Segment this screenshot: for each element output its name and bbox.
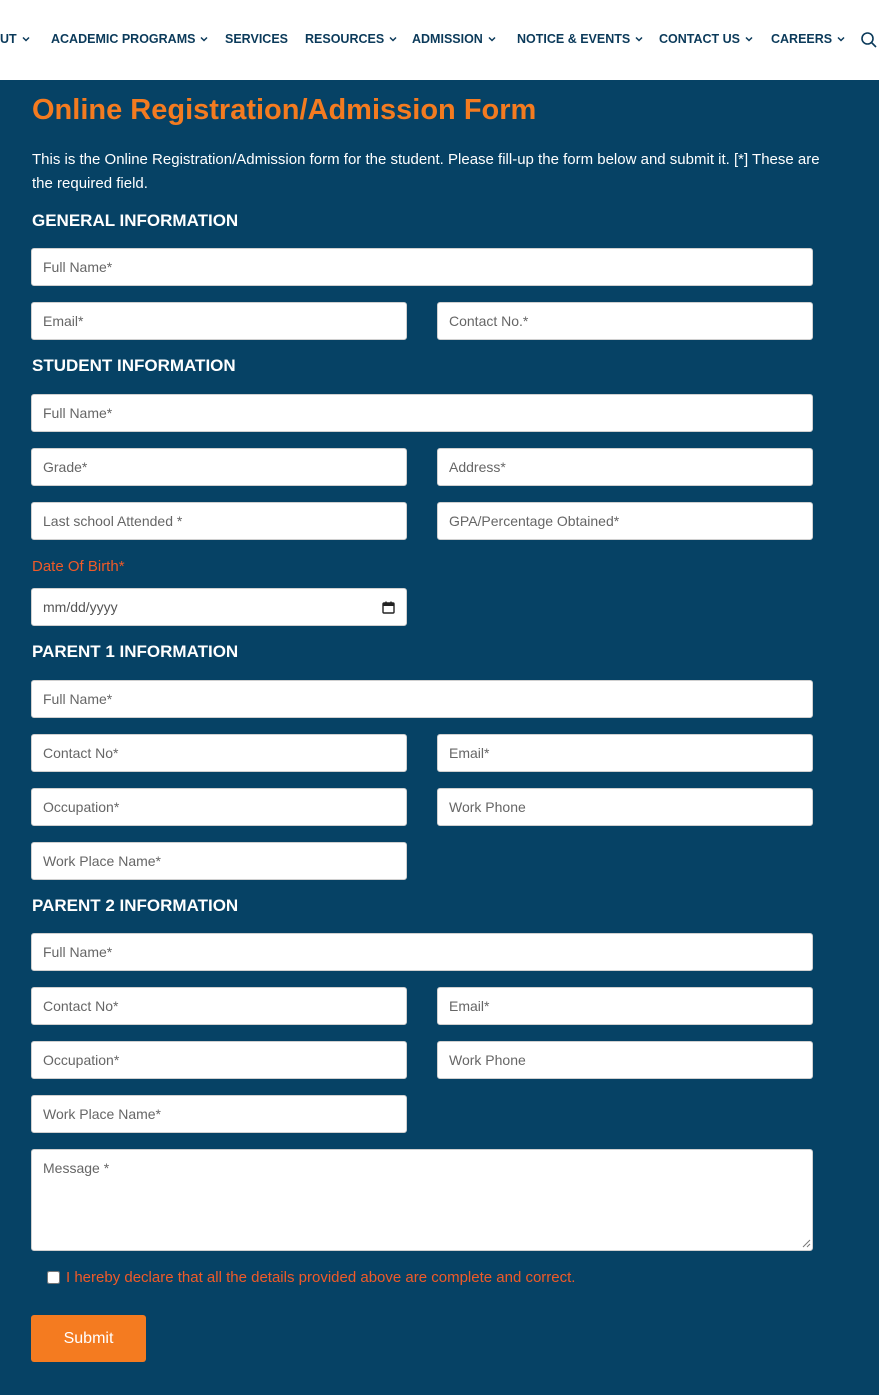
parent1-work-phone-input[interactable] <box>437 788 813 826</box>
parent2-email-input[interactable] <box>437 987 813 1025</box>
parent2-occupation-input[interactable] <box>31 1041 407 1079</box>
section-parent2-information: PARENT 2 INFORMATION <box>32 896 239 915</box>
chevron-down-icon <box>389 36 397 42</box>
section-student-information: STUDENT INFORMATION <box>32 356 236 375</box>
parent1-work-place-input[interactable] <box>31 842 407 880</box>
student-last-school-input[interactable] <box>31 502 407 540</box>
resize-grip-icon[interactable] <box>801 1238 811 1248</box>
form-intro: This is the Online Registration/Admissio… <box>32 151 820 192</box>
dob-label: Date Of Birth* <box>32 558 125 575</box>
chevron-down-icon <box>22 36 30 42</box>
submit-button[interactable]: Submit <box>31 1315 146 1362</box>
section-general-information: GENERAL INFORMATION <box>32 211 239 230</box>
nav-item-label: NOTICE & EVENTS <box>517 32 631 46</box>
student-gpa-input[interactable] <box>437 502 813 540</box>
nav-item-label: ACADEMIC PROGRAMS <box>51 32 196 46</box>
page-title: Online Registration/Admission Form <box>32 94 537 126</box>
dob-placeholder: mm/dd/yyyy <box>43 599 118 615</box>
chevron-down-icon <box>635 36 643 42</box>
general-contact-input[interactable] <box>437 302 813 340</box>
nav-item-label: UT <box>0 32 17 46</box>
declaration-checkbox[interactable] <box>47 1271 60 1284</box>
nav-item-admission[interactable]: ADMISSION <box>412 32 497 46</box>
nav-item-services[interactable]: SERVICES <box>225 32 288 46</box>
student-full-name-input[interactable] <box>31 394 813 432</box>
section-parent1-information: PARENT 1 INFORMATION <box>32 642 239 661</box>
nav-item-careers[interactable]: CAREERS <box>771 32 846 46</box>
parent2-contact-input[interactable] <box>31 987 407 1025</box>
calendar-icon[interactable] <box>382 601 395 614</box>
parent1-full-name-input[interactable] <box>31 680 813 718</box>
dob-date-input[interactable]: mm/dd/yyyy <box>31 588 407 626</box>
nav-item-resources[interactable]: RESOURCES <box>305 32 398 46</box>
parent2-work-place-input[interactable] <box>31 1095 407 1133</box>
general-full-name-input[interactable] <box>31 248 813 286</box>
parent1-email-input[interactable] <box>437 734 813 772</box>
parent1-occupation-input[interactable] <box>31 788 407 826</box>
student-address-input[interactable] <box>437 448 813 486</box>
message-textarea[interactable] <box>31 1149 813 1251</box>
declaration-label[interactable]: I hereby declare that all the details pr… <box>66 1269 575 1286</box>
declaration-row: I hereby declare that all the details pr… <box>47 1269 575 1286</box>
chevron-down-icon <box>745 36 753 42</box>
nav-item-label: SERVICES <box>225 32 288 46</box>
search-icon[interactable] <box>860 30 878 50</box>
nav-item-about[interactable]: UT <box>0 32 31 46</box>
parent1-contact-input[interactable] <box>31 734 407 772</box>
chevron-down-icon <box>837 36 845 42</box>
general-email-input[interactable] <box>31 302 407 340</box>
student-grade-input[interactable] <box>31 448 407 486</box>
top-navigation: UT ACADEMIC PROGRAMS SERVICES RESOURCES … <box>0 0 879 80</box>
nav-item-label: RESOURCES <box>305 32 385 46</box>
nav-item-label: CONTACT US <box>659 32 741 46</box>
nav-item-contact-us[interactable]: CONTACT US <box>659 32 754 46</box>
nav-item-label: CAREERS <box>771 32 833 46</box>
chevron-down-icon <box>200 36 208 42</box>
nav-item-notice-events[interactable]: NOTICE & EVENTS <box>517 32 644 46</box>
parent2-work-phone-input[interactable] <box>437 1041 813 1079</box>
parent2-full-name-input[interactable] <box>31 933 813 971</box>
nav-item-label: ADMISSION <box>412 32 483 46</box>
chevron-down-icon <box>488 36 496 42</box>
nav-item-academic-programs[interactable]: ACADEMIC PROGRAMS <box>51 32 209 46</box>
